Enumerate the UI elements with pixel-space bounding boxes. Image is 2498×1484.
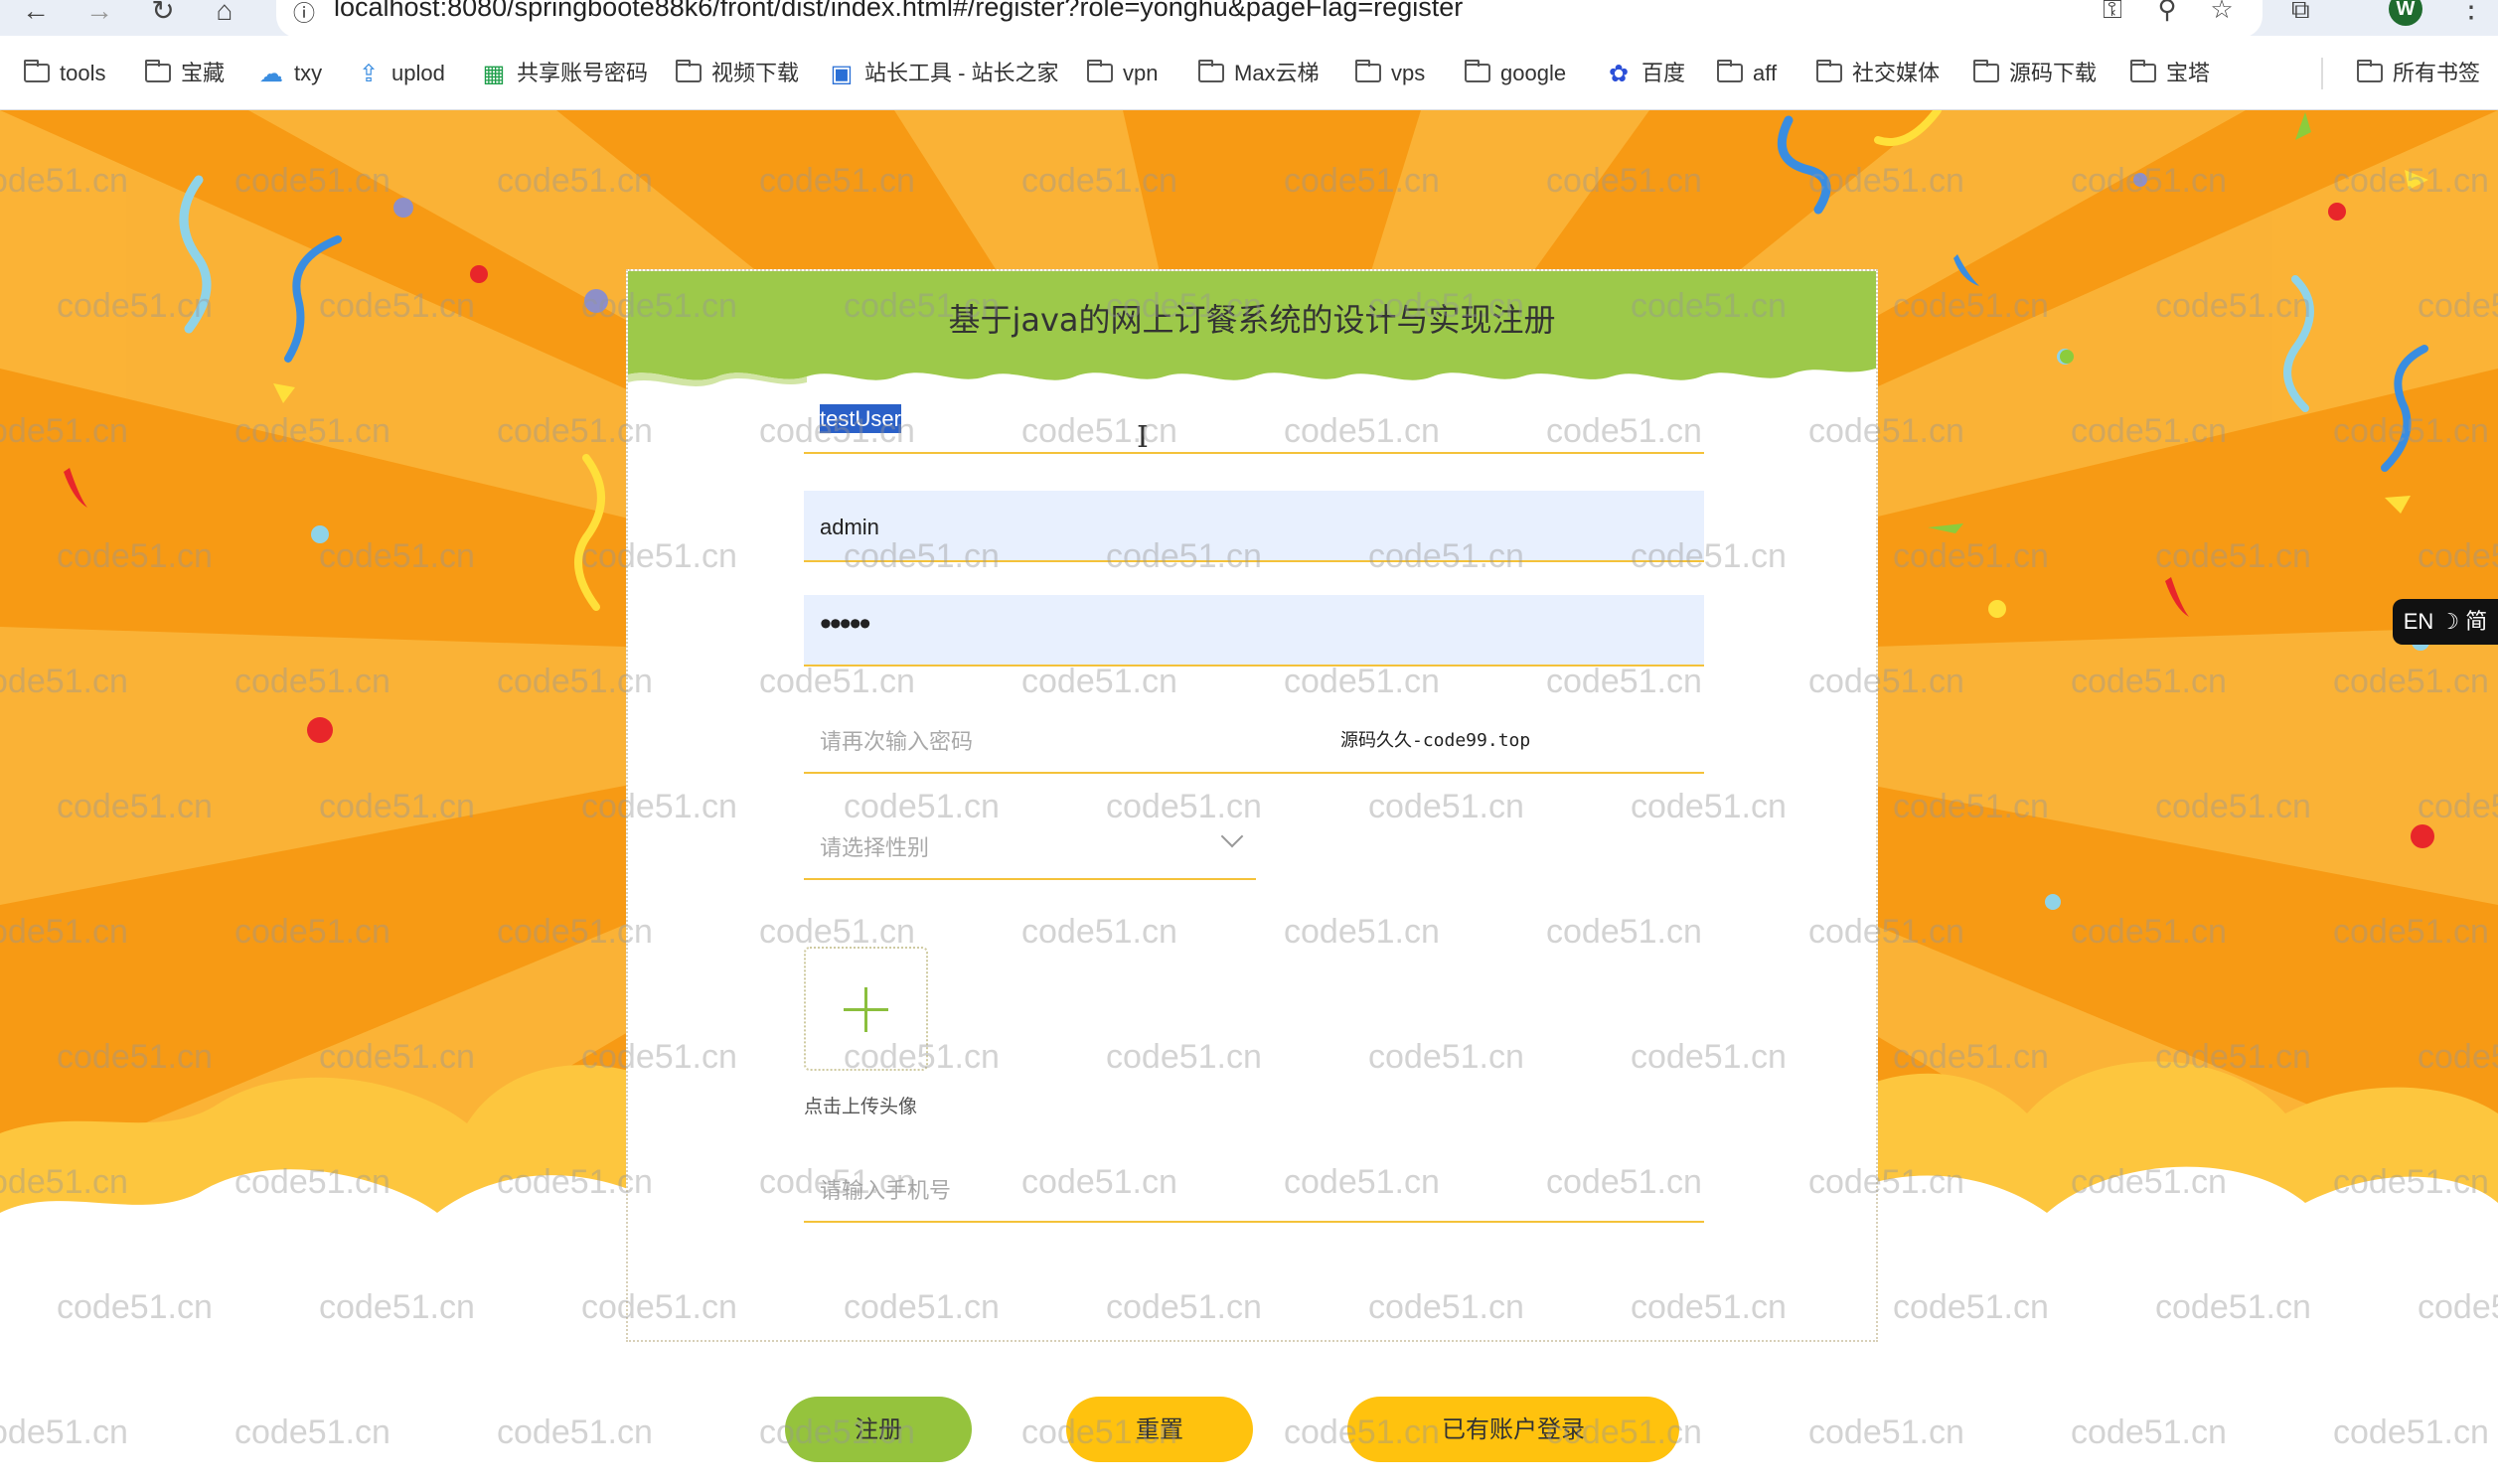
bookmark-shared-accounts[interactable]: ▦ 共享账号密码 (481, 60, 648, 87)
cloud-icon: ☁ (259, 61, 283, 88)
folder-icon (675, 59, 702, 82)
phone-placeholder[interactable]: 请输入手机号 (820, 1173, 951, 1205)
sheet-icon: ▦ (482, 61, 506, 88)
forward-icon[interactable]: → (79, 0, 119, 28)
home-icon[interactable]: ⌂ (205, 0, 244, 28)
upload-avatar-label: 点击上传头像 (804, 1096, 918, 1117)
address-bar[interactable]: ⓘ localhost:8080/springboote88k6/front/d… (276, 0, 2263, 38)
folder-icon (1716, 59, 1743, 82)
menu-icon[interactable]: ⋮ (2456, 0, 2486, 25)
key-icon[interactable]: ⚿ (2095, 0, 2130, 26)
bookmark-aff[interactable]: aff (1716, 59, 1777, 87)
selected-text: testUser (820, 404, 901, 433)
register-page: 基于java的网上订餐系统的设计与实现注册 testUser I admin •… (0, 110, 2498, 1484)
folder-icon (1197, 59, 1224, 82)
extensions-icon[interactable]: ⧉ (2291, 0, 2310, 26)
overlay-watermark-text: 源码久久-code99.top (1340, 730, 1531, 751)
username-value[interactable]: admin (820, 515, 879, 540)
bookmark-uplod[interactable]: ⇪ uplod (356, 60, 445, 87)
bookmarks-bar: tools 宝藏 ☁ txy ⇪ uplod ▦ 共享账号密码 视频下载 ▣ 站长工具 … (0, 36, 2498, 110)
avatar-upload-button[interactable] (804, 947, 928, 1071)
reload-icon[interactable]: ↻ (143, 0, 183, 28)
page-title: 基于java的网上订餐系统的设计与实现注册 (948, 301, 1556, 339)
browser-toolbar: ← → ↻ ⌂ ⓘ localhost:8080/springboote88k6… (0, 0, 2498, 38)
password-field[interactable]: ••••• (804, 595, 1704, 667)
bookmark-google[interactable]: google (1464, 59, 1566, 87)
gender-placeholder[interactable]: 请选择性别 (820, 830, 929, 862)
folder-icon (1354, 59, 1381, 82)
bookmark-vps[interactable]: vps (1354, 59, 1425, 87)
bookmark-source-download[interactable]: 源码下载 (1972, 59, 2097, 87)
upload-icon: ⇪ (358, 61, 380, 88)
account-value[interactable]: testUser (820, 404, 901, 433)
baidu-icon: ✿ (1608, 61, 1630, 88)
bookmark-chinaz[interactable]: ▣ 站长工具 - 站长之家 (829, 60, 1059, 87)
account-field[interactable]: testUser I (804, 382, 1704, 455)
bookmark-txy[interactable]: ☁ txy (258, 60, 322, 87)
folder-icon (1972, 59, 1999, 82)
folder-icon (2356, 59, 2383, 82)
register-card: 基于java的网上订餐系统的设计与实现注册 testUser I admin •… (626, 269, 1878, 1342)
bookmark-baidu[interactable]: ✿ 百度 (1606, 60, 1685, 87)
url-text[interactable]: localhost:8080/springboote88k6/front/dis… (334, 0, 1463, 23)
bookmark-social-media[interactable]: 社交媒体 (1815, 59, 1940, 87)
password-value[interactable]: ••••• (820, 605, 871, 644)
zoom-icon[interactable]: ⚲ (2149, 0, 2185, 25)
bookmark-max-ladder[interactable]: Max云梯 (1197, 59, 1320, 87)
bookmark-video-download[interactable]: 视频下载 (675, 59, 799, 87)
folder-icon (23, 59, 50, 82)
text-cursor-icon: I (1137, 420, 1149, 455)
username-field[interactable]: admin (804, 491, 1704, 562)
existing-account-login-button[interactable]: 已有账户登录 (1347, 1397, 1679, 1462)
bookmark-vpn[interactable]: vpn (1086, 59, 1158, 87)
bookmarks-divider (2321, 58, 2323, 89)
chevron-down-icon[interactable] (1220, 824, 1244, 848)
profile-avatar[interactable]: W (2389, 0, 2422, 26)
reset-button[interactable]: 重置 (1066, 1397, 1253, 1462)
site-info-icon[interactable]: ⓘ (290, 0, 318, 26)
folder-icon (1086, 59, 1113, 82)
folder-icon (1815, 59, 1842, 82)
bookmark-baota[interactable]: 宝塔 (2129, 59, 2210, 87)
phone-field[interactable]: 请输入手机号 (804, 1151, 1704, 1223)
confirm-password-placeholder[interactable]: 请再次输入密码 (820, 724, 973, 756)
confirm-password-field[interactable]: 请再次输入密码 源码久久-code99.top (804, 702, 1704, 774)
folder-icon (1464, 59, 1490, 82)
folder-icon (144, 59, 171, 82)
bookmark-baozang[interactable]: 宝藏 (144, 59, 225, 87)
all-bookmarks[interactable]: 所有书签 (2356, 59, 2480, 87)
gender-select[interactable]: 请选择性别 (804, 809, 1256, 880)
ime-indicator[interactable]: EN ☽ 简 (2393, 599, 2498, 645)
tools-icon: ▣ (830, 61, 854, 88)
bookmark-tools[interactable]: tools (23, 59, 105, 87)
register-button[interactable]: 注册 (785, 1397, 972, 1462)
back-icon[interactable]: ← (16, 0, 56, 28)
folder-icon (2129, 59, 2156, 82)
star-icon[interactable]: ☆ (2204, 0, 2240, 25)
